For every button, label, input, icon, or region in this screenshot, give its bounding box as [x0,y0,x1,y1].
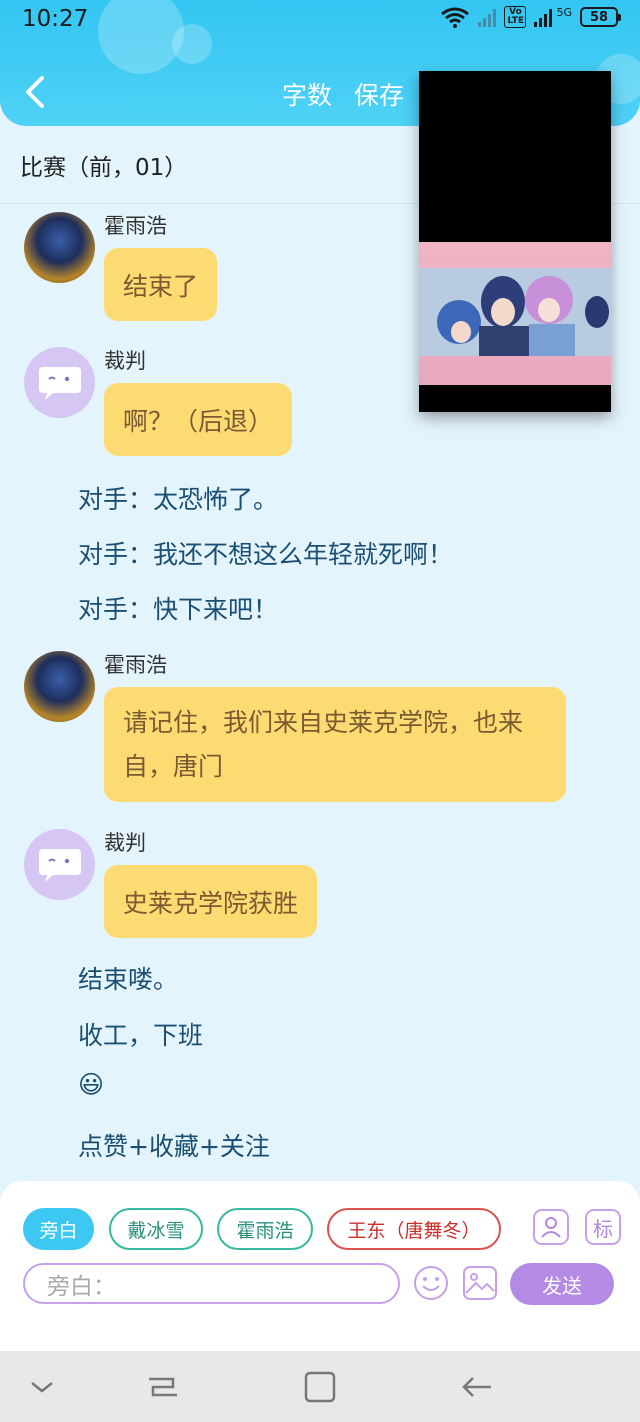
referee-avatar[interactable] [24,829,95,900]
back-arrow-icon [462,1377,491,1397]
role-chip-huo-yuhao[interactable]: 霍雨浩 [217,1208,313,1250]
battery-level: 58 [589,9,609,25]
status-time: 10:27 [22,6,89,32]
sender-name: 霍雨浩 [104,214,167,238]
nav-back-button[interactable] [457,1369,497,1405]
narration-line[interactable]: 收工，下班 [78,1016,203,1052]
sender-name: 霍雨浩 [104,653,167,677]
chevron-left-icon [26,76,44,108]
person-icon [541,1217,561,1238]
chapter-title: 比赛（前，01） [20,155,188,181]
image-icon [463,1266,497,1300]
wifi-icon [441,7,470,28]
referee-avatar[interactable] [24,347,95,418]
network-type: 5G [556,6,572,19]
back-button[interactable] [20,72,50,112]
word-count-button[interactable]: 字数 [282,76,332,112]
video-player[interactable] [419,71,611,412]
message-bubble[interactable]: 啊？（后退） [104,383,293,456]
role-chip-wang-dong[interactable]: 王东（唐舞冬） [327,1208,501,1250]
sender-name: 裁判 [104,349,146,373]
send-button[interactable]: 发送 [510,1263,614,1305]
role-chip-dai-bingxue[interactable]: 戴冰雪 [109,1208,203,1250]
narration-line[interactable]: 😃 [78,1070,104,1099]
chevron-down-icon [31,1382,53,1393]
narration-line[interactable]: 对手：我还不想这么年轻就死啊！ [78,535,453,571]
huo-yuhao-avatar[interactable] [24,651,95,722]
narration-line[interactable]: 结束喽。 [78,960,178,996]
save-button[interactable]: 保存 [354,76,404,112]
tag-button[interactable]: 标 [585,1209,621,1245]
message-bubble[interactable]: 请记住，我们来自史莱克学院，也来自，唐门 [104,687,566,802]
signal-icon [534,7,553,27]
message-input[interactable]: 旁白： [23,1263,400,1304]
home-icon [304,1371,336,1403]
nav-collapse-button[interactable] [22,1369,62,1405]
add-character-button[interactable] [533,1209,569,1245]
message-bubble[interactable]: 结束了 [104,248,218,321]
anime-characters-image [419,268,611,356]
message-bubble[interactable]: 史莱克学院获胜 [104,865,318,938]
video-frame [419,242,611,385]
smiley-icon [414,1266,448,1300]
sender-name: 裁判 [104,831,146,855]
decor-bubble [172,24,212,64]
emoji-button[interactable] [413,1265,449,1301]
nav-recents-button[interactable] [143,1369,183,1405]
header-actions: 字数 保存 [282,76,404,112]
narration-line[interactable]: 对手：太恐怖了。 [78,480,278,516]
battery-icon: 58 [580,7,621,27]
status-icons: Vo LTE 5G 58 [440,6,621,28]
narration-line[interactable]: 点赞+收藏+关注 [78,1127,270,1163]
role-chip-narrator[interactable]: 旁白 [23,1208,94,1250]
chat-bubble-icon [38,366,81,400]
volte-badge: Vo LTE [504,6,527,28]
narration-line[interactable]: 对手：快下来吧！ [78,590,278,626]
system-nav-bar [0,1351,640,1422]
signal-icon [478,7,497,27]
chat-bubble-icon [38,848,81,882]
image-button[interactable] [462,1265,498,1301]
decor-bubble [98,0,184,74]
nav-home-button[interactable] [300,1369,340,1405]
recents-icon [149,1377,177,1397]
huo-yuhao-avatar[interactable] [24,212,95,283]
